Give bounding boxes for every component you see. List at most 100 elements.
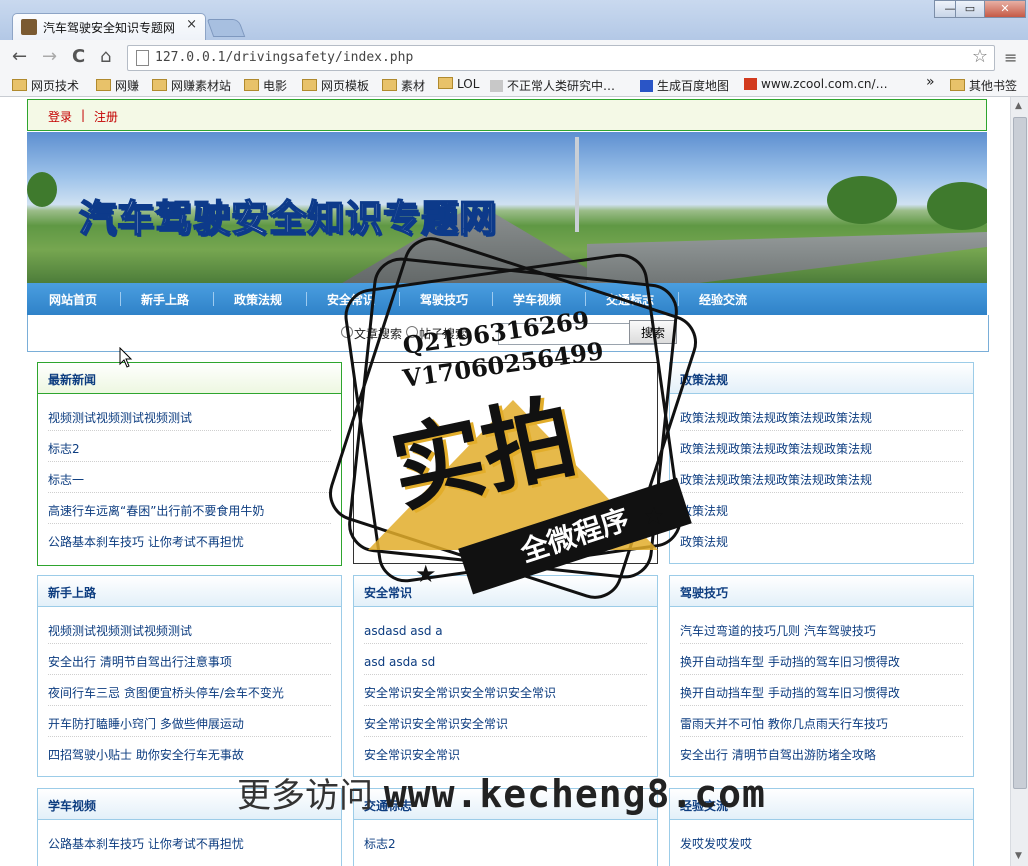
close-window-button[interactable]: ✕	[984, 0, 1026, 18]
browser-tab[interactable]: 汽车驾驶安全知识专题网 ×	[12, 13, 206, 41]
list-item[interactable]: 换开自动挡车型 手动挡的驾车旧习惯得改	[680, 675, 963, 706]
search-button[interactable]: 搜索	[629, 320, 677, 344]
box-header: 新手上路	[38, 576, 341, 607]
banner-title: 汽车驾驶安全知识专题网	[78, 195, 497, 241]
post-search-label: 帖子搜索	[419, 327, 468, 341]
tab-close-icon[interactable]: ×	[186, 17, 197, 32]
list-item[interactable]: 安全常识安全常识	[364, 737, 647, 767]
bookmark-item[interactable]: 电影	[244, 77, 287, 94]
site-icon	[490, 80, 503, 92]
list-item[interactable]: asdasd asd a	[364, 613, 647, 644]
chrome-menu-icon[interactable]: ≡	[1004, 48, 1017, 67]
list-item[interactable]: 标志2	[364, 826, 647, 856]
banner-tree	[927, 182, 987, 230]
article-search-radio[interactable]	[341, 326, 353, 338]
nav-item-beginner[interactable]: 新手上路	[141, 291, 189, 308]
post-search-radio[interactable]	[406, 326, 418, 338]
login-separator: |	[81, 108, 86, 122]
list-item[interactable]: 政策法规政策法规政策法规政策法规	[680, 431, 963, 462]
folder-icon	[438, 77, 453, 89]
search-bar: 文章搜索 帖子搜索 搜索	[27, 315, 989, 352]
box-title: 安全常识	[364, 586, 413, 600]
content-box-beginner: 新手上路 视频测试视频测试视频测试 安全出行 清明节自驾出行注意事项 夜间行车三…	[37, 575, 342, 777]
list-item[interactable]: 夜间行车三忌 贪图便宜桥头停车/会车不变光	[48, 675, 331, 706]
nav-item-policy[interactable]: 政策法规	[234, 291, 282, 308]
maximize-button[interactable]: ▭	[955, 0, 985, 18]
mouse-cursor-icon	[119, 347, 133, 368]
bookmark-item[interactable]: 网页技术	[12, 77, 79, 94]
box-header: 政策法规	[670, 363, 973, 394]
list-item[interactable]: 标志2	[48, 431, 331, 462]
site-banner: 汽车驾驶安全知识专题网	[27, 132, 987, 283]
main-nav: 网站首页 新手上路 政策法规 安全常识 驾驶技巧 学车视频 交通标志 经验交流	[27, 283, 987, 315]
back-button[interactable]: ←	[12, 46, 27, 67]
list-item[interactable]: 安全常识安全常识安全常识安全常识	[364, 675, 647, 706]
bookmarks-more-icon[interactable]: »	[926, 74, 935, 90]
login-bar: 登录 | 注册	[27, 99, 987, 131]
content-box-safety: 安全常识 asdasd asd a asd asda sd 安全常识安全常识安全…	[353, 575, 658, 777]
list-item[interactable]: 视频测试视频测试视频测试	[48, 400, 331, 431]
banner-tree	[827, 176, 897, 224]
article-search-label: 文章搜索	[354, 327, 403, 341]
nav-item-video[interactable]: 学车视频	[513, 291, 561, 308]
list-item[interactable]: asd asda sd	[364, 644, 647, 675]
watermark-footer-url: www.kecheng8.com	[383, 772, 766, 816]
home-button[interactable]: ⌂	[100, 46, 111, 67]
login-link[interactable]: 登录	[48, 108, 72, 125]
list-item[interactable]: 标志一	[48, 462, 331, 493]
list-item[interactable]: 政策法规政策法规政策法规政策法规	[680, 462, 963, 493]
list-item[interactable]: 视频测试视频测试视频测试	[48, 613, 331, 644]
bookmark-item[interactable]: 网页模板	[302, 77, 369, 94]
bookmark-item[interactable]: 生成百度地图	[640, 77, 729, 94]
list-item[interactable]: 高速行车远离“春困”出行前不要食用牛奶	[48, 493, 331, 524]
bookmark-item[interactable]: 素材	[382, 77, 425, 94]
bookmark-item[interactable]: www.zcool.com.cn/…	[744, 77, 888, 91]
list-item[interactable]: 公路基本刹车技巧 让你考试不再担忧	[48, 826, 331, 856]
nav-divider	[213, 292, 214, 306]
nav-item-signs[interactable]: 交通标志	[606, 291, 654, 308]
new-tab-button[interactable]	[206, 19, 246, 37]
list-item[interactable]: 汽车过弯道的技巧几则 汽车驾驶技巧	[680, 613, 963, 644]
list-item[interactable]: 四招驾驶小贴士 助你安全行车无事故	[48, 737, 331, 767]
tab-title: 汽车驾驶安全知识专题网	[43, 21, 176, 35]
bookmark-star-icon[interactable]: ☆	[972, 46, 988, 67]
list-item[interactable]: 政策法规	[680, 524, 963, 554]
list-item[interactable]: 政策法规	[680, 493, 963, 524]
folder-icon	[152, 79, 167, 91]
content-box-slideshow	[353, 362, 658, 564]
scrollbar-thumb[interactable]	[1013, 117, 1027, 789]
list-item[interactable]: 政策法规政策法规政策法规政策法规	[680, 400, 963, 431]
list-item[interactable]: 换开自动挡车型 手动挡的驾车旧习惯得改	[680, 644, 963, 675]
address-bar[interactable]: 127.0.0.1/drivingsafety/index.php ☆	[127, 45, 995, 71]
box-header: 安全常识	[354, 576, 657, 607]
list-item[interactable]: 发哎发哎发哎	[680, 826, 963, 856]
watermark-footer: 更多访问 www.kecheng8.com	[237, 768, 766, 817]
bookmark-item[interactable]: 网赚素材站	[152, 77, 231, 94]
list-item[interactable]: 安全出行 清明节自驾出行注意事项	[48, 644, 331, 675]
bookmark-item[interactable]: LOL	[438, 77, 479, 91]
other-bookmarks[interactable]: 其他书签	[950, 77, 1017, 94]
nav-divider	[399, 292, 400, 306]
box-header: 驾驶技巧	[670, 576, 973, 607]
scroll-down-icon[interactable]: ▼	[1015, 851, 1022, 861]
register-link[interactable]: 注册	[94, 108, 118, 125]
bookmark-item[interactable]: 网赚	[96, 77, 139, 94]
list-item[interactable]: 开车防打瞌睡小窍门 多做些伸展运动	[48, 706, 331, 737]
address-url[interactable]: 127.0.0.1/drivingsafety/index.php	[155, 50, 413, 65]
forward-button[interactable]: →	[42, 46, 57, 67]
vertical-scrollbar[interactable]: ▲ ▼	[1010, 97, 1028, 866]
nav-item-safety[interactable]: 安全常识	[327, 291, 375, 308]
scroll-up-icon[interactable]: ▲	[1015, 101, 1022, 111]
nav-item-home[interactable]: 网站首页	[49, 291, 97, 308]
baidu-icon	[640, 80, 653, 92]
list-item[interactable]: 安全出行 清明节自驾出游防堵全攻略	[680, 737, 963, 767]
reload-button[interactable]: C	[72, 46, 85, 67]
nav-divider	[306, 292, 307, 306]
watermark-footer-cn: 更多访问	[237, 776, 373, 816]
nav-item-skills[interactable]: 驾驶技巧	[420, 291, 468, 308]
bookmark-item[interactable]: 不正常人类研究中…	[490, 77, 615, 94]
list-item[interactable]: 公路基本刹车技巧 让你考试不再担忧	[48, 524, 331, 554]
list-item[interactable]: 雷雨天并不可怕 教你几点雨天行车技巧	[680, 706, 963, 737]
nav-item-exchange[interactable]: 经验交流	[699, 291, 747, 308]
list-item[interactable]: 安全常识安全常识安全常识	[364, 706, 647, 737]
